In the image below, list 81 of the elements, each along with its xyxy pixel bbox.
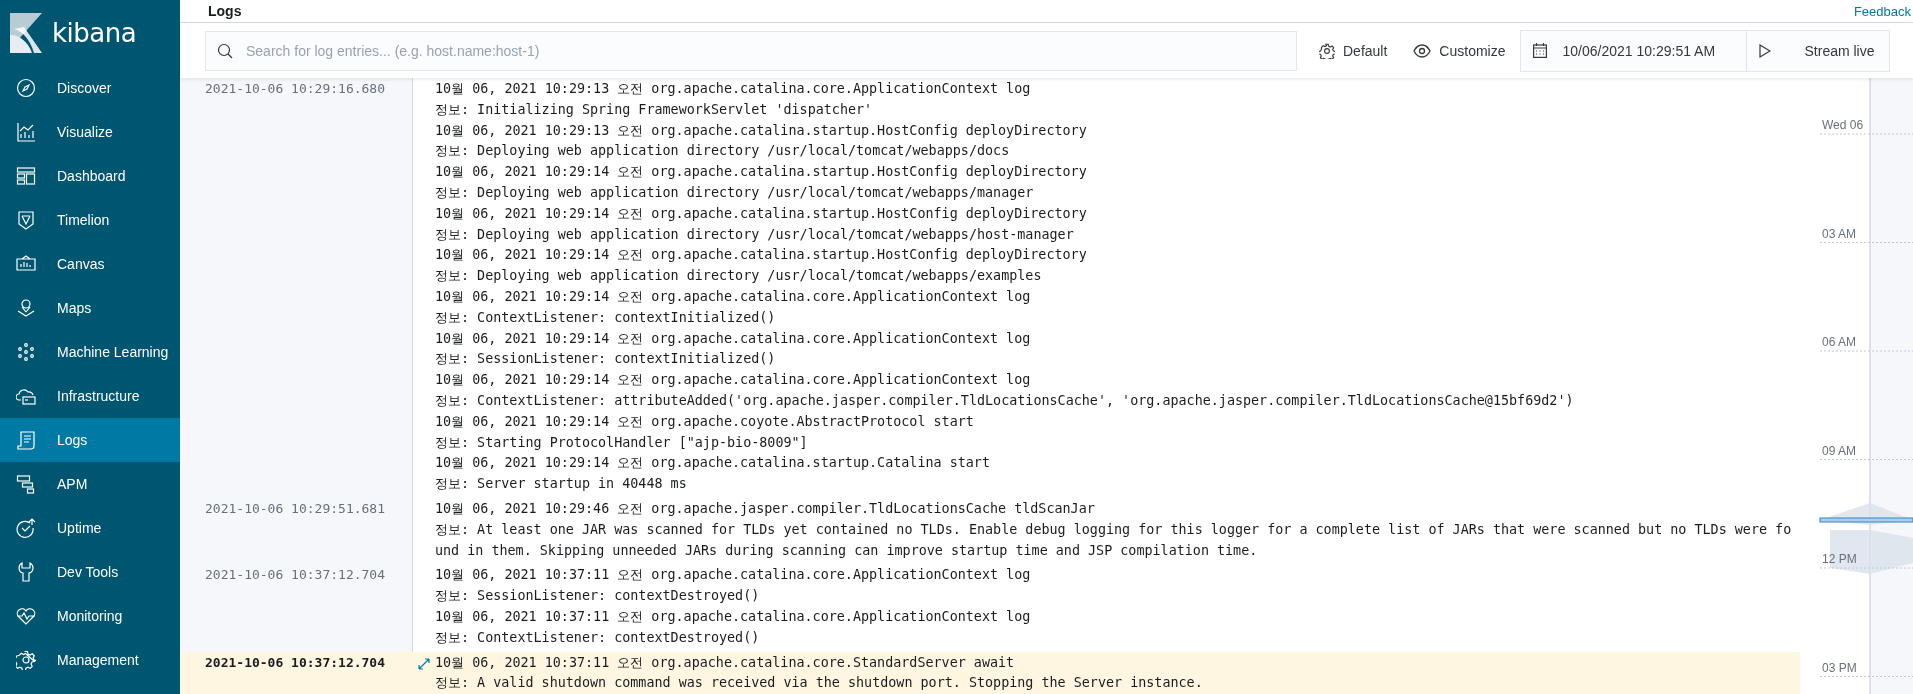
log-message: 10월 06, 2021 10:37:11 오전 org.apache.catalina.core.ApplicationContext log (435, 607, 1032, 626)
timeline-tick-label: 09 AM (1822, 443, 1857, 458)
search-field[interactable]: Search for log entries... (e.g. host.name:host-1) (205, 30, 1297, 71)
log-message: 정보: Initializing Spring FrameworkServlet 'dispatcher' (435, 100, 874, 119)
log-message: 정보: Server startup in 40448 ms (435, 475, 688, 494)
log-message: 정보: ContextListener: contextDestroyed() (435, 628, 761, 647)
log-timestamp: 2021-10-06 10:37:12.704 (205, 567, 385, 583)
timeline-minimap[interactable]: Wed 06 03 AM 06 AM 09 AM 12 PM 03 PM (1800, 78, 1913, 694)
nav-item[interactable]: Maps (0, 286, 180, 330)
nav-item[interactable]: Dev Tools (0, 550, 180, 594)
timeline-tick-label: 12 PM (1822, 552, 1857, 566)
cloud-icon (16, 386, 36, 406)
uptime-icon (16, 518, 36, 538)
feedback-link[interactable]: Feedback (1853, 3, 1911, 19)
log-message: 10월 06, 2021 10:29:14 오전 org.apache.catalina.startup.HostConfig deployDirectory (435, 246, 1088, 265)
log-message: 정보: SessionListener: contextInitialized() (435, 350, 777, 369)
log-message: 정보: Deploying web application directory /usr/local/tomcat/webapps/examples (435, 267, 1043, 286)
timeline-tick-label: 03 PM (1822, 660, 1857, 675)
dots-icon (16, 342, 36, 362)
log-message: 10월 06, 2021 10:29:14 오전 org.apache.catalina.core.ApplicationContext log (435, 371, 1032, 390)
log-message: 10월 06, 2021 10:29:14 오전 org.apache.coyote.AbstractProtocol start (435, 412, 975, 431)
nav-item[interactable]: Logs (0, 418, 180, 462)
nav-item[interactable]: Uptime (0, 506, 180, 550)
log-message: 정보: Starting ProtocolHandler ["ajp-bio-8009"] (435, 433, 809, 452)
gear-icon (1319, 42, 1335, 59)
compass-icon (16, 78, 36, 98)
log-message: 10월 06, 2021 10:29:46 오전 org.apache.jasper.compiler.TldLocationsCache tldScanJar (435, 499, 1096, 518)
wrench-icon (16, 562, 36, 582)
log-message: 10월 06, 2021 10:29:14 오전 org.apache.catalina.startup.Catalina start (435, 454, 991, 473)
calendar-icon (1532, 43, 1547, 58)
timeline-tick-label: 03 AM (1822, 226, 1857, 241)
log-message: 10월 06, 2021 10:37:11 오전 org.apache.catalina.core.StandardServer await (435, 653, 1016, 672)
stream-live-button[interactable]: Stream live (1746, 30, 1889, 71)
log-timestamp: 2021-10-06 10:29:16.680 (205, 81, 385, 96)
log-message: 정보: ContextListener: attributeAdded('org.apache.jasper.compiler.TldLocationsCache', 'org.apache.jasper.compiler.TldLocationsCache@15bf69d2') (435, 391, 1575, 410)
nav-item[interactable]: Management (0, 638, 180, 682)
log-message: 정보: Deploying web application directory /usr/local/tomcat/webapps/host-manager (435, 225, 1075, 244)
logo-text: kibana (52, 18, 137, 48)
shield-icon (16, 210, 36, 230)
log-timestamp: 2021-10-06 10:37:12.704 (205, 654, 385, 670)
gear-icon (16, 650, 36, 670)
log-message: 10월 06, 2021 10:29:14 오전 org.apache.catalina.startup.HostConfig deployDirectory (435, 163, 1088, 182)
scroll-icon (16, 430, 36, 450)
nav-item[interactable]: Discover (0, 66, 180, 110)
map-pin-icon (16, 298, 36, 318)
nav-item[interactable]: Monitoring (0, 594, 180, 638)
default-button[interactable]: Default (1315, 38, 1392, 63)
log-message: 정보: Deploying web application directory /usr/local/tomcat/webapps/docs (435, 142, 1011, 161)
nav-item[interactable]: Visualize (0, 110, 180, 154)
log-message: 10월 06, 2021 10:29:13 오전 org.apache.catalina.startup.HostConfig deployDirectory (435, 121, 1088, 140)
log-message: 10월 06, 2021 10:29:14 오전 org.apache.catalina.core.ApplicationContext log (435, 329, 1032, 348)
time-marker[interactable] (1819, 517, 1913, 523)
nav-item[interactable]: Timelion (0, 198, 180, 242)
heartbeat-icon (16, 606, 36, 626)
kibana-logo-icon (10, 13, 42, 53)
dashboard-icon (16, 166, 36, 186)
log-message: 10월 06, 2021 10:29:14 오전 org.apache.catalina.core.ApplicationContext log (435, 287, 1032, 306)
nav-item[interactable]: Machine Learning (0, 330, 180, 374)
play-icon (1758, 43, 1771, 58)
log-message: 10월 06, 2021 10:29:14 오전 org.apache.catalina.startup.HostConfig deployDirectory (435, 204, 1088, 223)
chart-icon (16, 122, 36, 142)
log-message: 정보: ContextListener: contextInitialized() (435, 308, 777, 327)
log-message: 정보: A valid shutdown command was received via the shutdown port. Stopping the Server instance. (435, 674, 1204, 693)
nav-item[interactable]: Canvas (0, 242, 180, 286)
customize-button[interactable]: Customize (1409, 38, 1510, 63)
log-message: 정보: At least one JAR was scanned for TLDs yet contained no TLDs. Enable debug logging for this logger for a complete list of JARs that were scanned but no TLDs were found in them. Skipping unneeded JARs during scanning can improve startup time and JSP compilation time. (435, 520, 1793, 560)
nav-item[interactable]: APM (0, 462, 180, 506)
log-message: 10월 06, 2021 10:29:13 오전 org.apache.catalina.core.ApplicationContext log (435, 80, 1032, 98)
nav-item[interactable]: Infrastructure (0, 374, 180, 418)
eye-icon (1413, 43, 1432, 58)
date-picker[interactable]: 10/06/2021 10:29:51 AM (1520, 30, 1747, 71)
log-message: 정보: Deploying web application directory /usr/local/tomcat/webapps/manager (435, 184, 1035, 202)
log-message: 10월 06, 2021 10:37:11 오전 org.apache.catalina.core.ApplicationContext log (435, 566, 1032, 585)
log-timestamp: 2021-10-06 10:29:51.681 (205, 500, 385, 516)
page-title: Logs (208, 3, 242, 19)
nav-item[interactable]: Dashboard (0, 154, 180, 198)
timeline-tick-label: Wed 06 (1822, 118, 1864, 132)
timeline-tick-label: 06 AM (1822, 335, 1857, 349)
log-message: 정보: SessionListener: contextDestroyed() (435, 587, 761, 606)
expand-icon[interactable] (418, 657, 430, 670)
search-icon (217, 42, 233, 59)
